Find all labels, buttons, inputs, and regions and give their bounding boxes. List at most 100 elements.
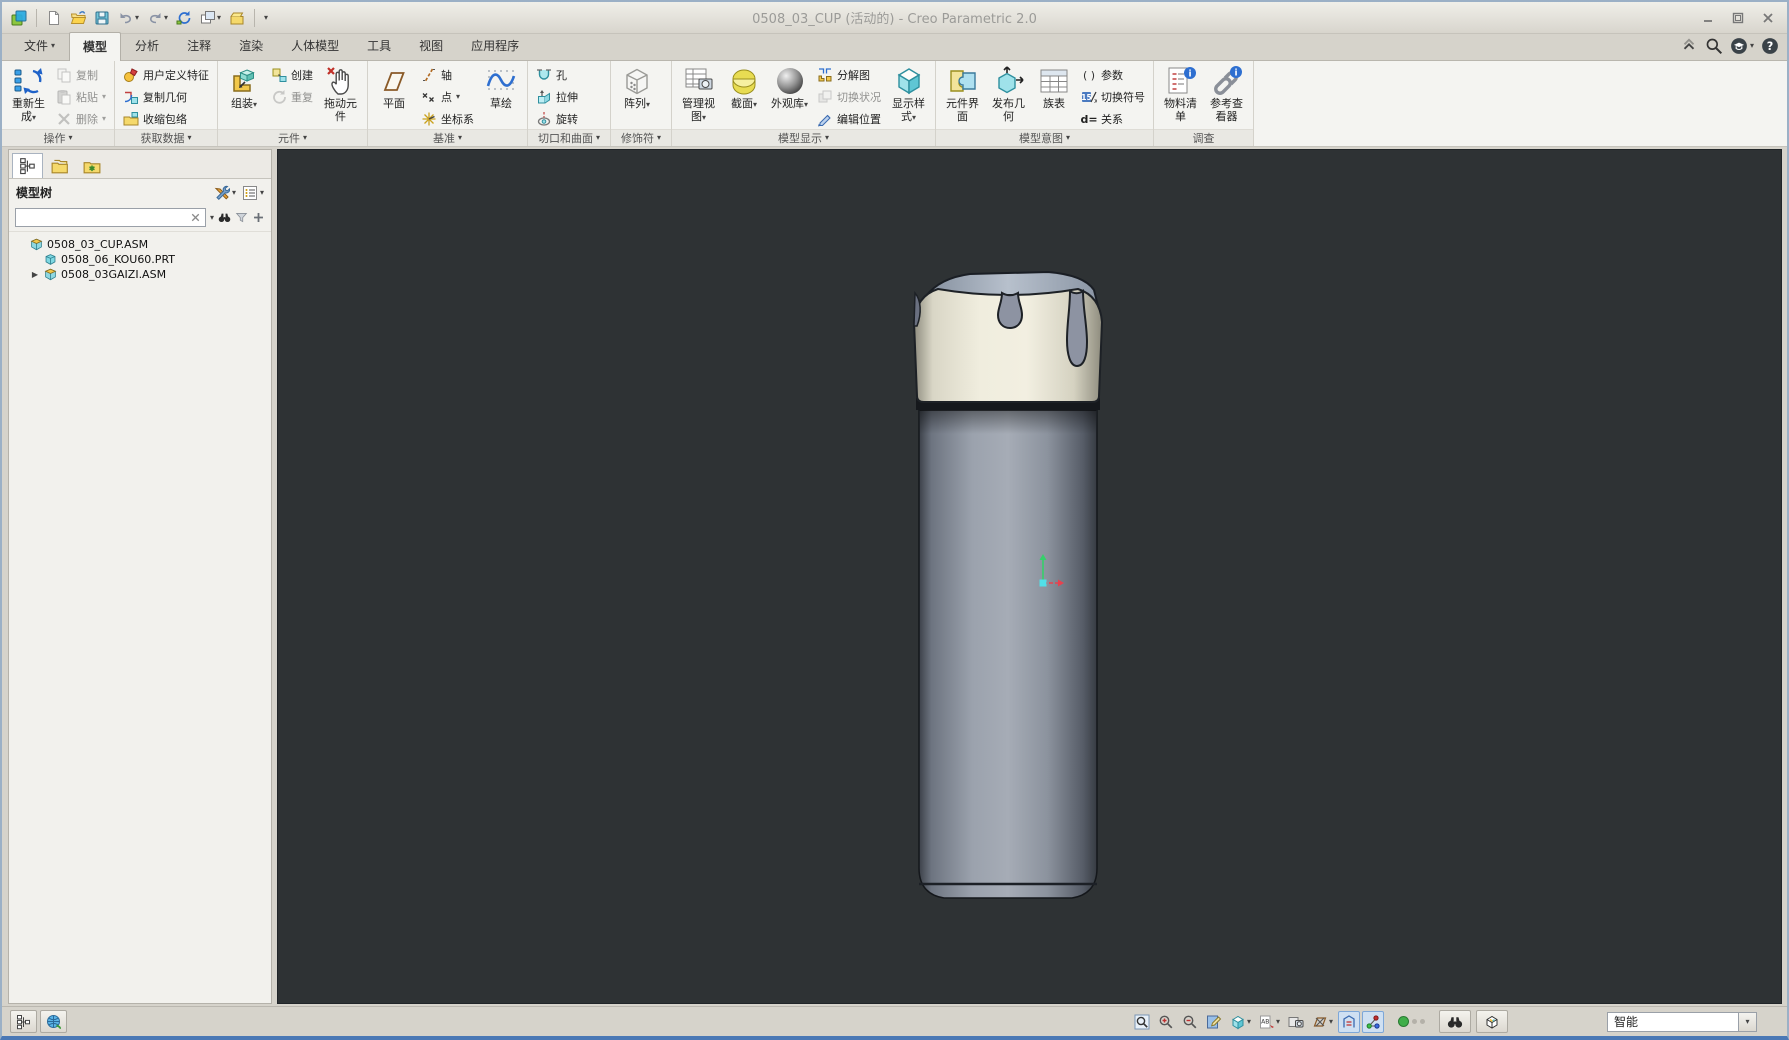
regenerate-quick-button[interactable] bbox=[173, 8, 195, 28]
regenerate-button[interactable]: 重新生成▾ bbox=[7, 64, 50, 124]
family-table-button[interactable]: 族表 bbox=[1033, 64, 1075, 112]
toggle-symbols-button[interactable]: 15 x 切换符号 bbox=[1078, 86, 1148, 107]
minimize-button[interactable] bbox=[1694, 9, 1721, 26]
search-model-button[interactable] bbox=[1439, 1010, 1471, 1033]
customize-toolbar-button[interactable]: ▾ bbox=[261, 12, 271, 24]
relations-button[interactable]: d= 关系 bbox=[1078, 108, 1148, 129]
toggle-browser-button[interactable] bbox=[40, 1010, 67, 1033]
selection-filter-dropdown[interactable]: 智能 ▾ bbox=[1607, 1011, 1757, 1032]
appearance-gallery-button[interactable]: 外观库▾ bbox=[768, 64, 811, 112]
publish-geometry-button[interactable]: 发布几何 bbox=[987, 64, 1030, 124]
find-in-tree-button[interactable] bbox=[218, 211, 231, 224]
tab-0[interactable]: 文件 ▾ bbox=[10, 31, 69, 60]
command-search-button[interactable] bbox=[1705, 37, 1723, 55]
point-button[interactable]: 点 ▾ bbox=[418, 86, 477, 107]
zoom-in-button[interactable] bbox=[1155, 1011, 1177, 1033]
assemble-button[interactable]: 组装▾ bbox=[223, 64, 265, 112]
help-button[interactable]: ? bbox=[1761, 37, 1779, 55]
redo-button[interactable]: ▾ bbox=[144, 8, 171, 28]
bom-button[interactable]: i 物料清单 bbox=[1159, 64, 1202, 124]
tab-2[interactable]: 分析 bbox=[121, 31, 173, 60]
tree-search-input[interactable] bbox=[19, 211, 187, 224]
undo-button[interactable]: ▾ bbox=[115, 8, 142, 28]
display-style-button[interactable]: 显示样式▾ bbox=[887, 64, 930, 124]
ribbon-group-label[interactable]: 模型意图 ▾ bbox=[936, 129, 1154, 146]
window-switcher-button[interactable]: ▾ bbox=[197, 8, 224, 28]
ribbon-group-label[interactable]: 修饰符 ▾ bbox=[611, 129, 672, 146]
revolve-button[interactable]: 旋转 bbox=[533, 108, 581, 129]
toggle-model-tree-button[interactable] bbox=[10, 1010, 37, 1033]
ribbon-group-label[interactable]: 调查 bbox=[1154, 129, 1254, 146]
tree-node[interactable]: ▶ 0508_03GAIZI.ASM bbox=[12, 267, 268, 282]
zoom-out-button[interactable] bbox=[1179, 1011, 1201, 1033]
tab-3[interactable]: 注释 bbox=[173, 31, 225, 60]
annotation-display-button[interactable]: AB ▾ bbox=[1256, 1011, 1283, 1033]
tab-7[interactable]: 视图 bbox=[405, 31, 457, 60]
annotations-toggle-button[interactable] bbox=[1338, 1010, 1360, 1033]
cup-model[interactable] bbox=[908, 268, 1108, 908]
edit-position-button[interactable]: 编辑位置 bbox=[814, 108, 884, 129]
favorites-tab[interactable] bbox=[76, 153, 107, 178]
selection-filter-value[interactable]: 智能 bbox=[1607, 1011, 1739, 1032]
sketch-button[interactable]: 草绘 bbox=[480, 64, 522, 112]
learning-connector-button[interactable]: ▾ bbox=[1730, 37, 1754, 55]
ribbon-group-label[interactable]: 基准 ▾ bbox=[368, 129, 528, 146]
add-column-button[interactable] bbox=[252, 211, 265, 224]
3d-viewport[interactable] bbox=[277, 149, 1782, 1004]
section-button[interactable]: 截面▾ bbox=[723, 64, 765, 112]
coordinate-system-button[interactable]: 坐标系 bbox=[418, 108, 477, 129]
shrinkwrap-button[interactable]: 收缩包络 bbox=[120, 108, 212, 129]
udf-button[interactable]: 用户定义特征 bbox=[120, 64, 212, 85]
reference-viewer-button[interactable]: i 参考查看器 bbox=[1205, 64, 1248, 124]
clear-search-button[interactable] bbox=[189, 211, 202, 224]
tab-model-active[interactable]: 模型 bbox=[69, 32, 122, 61]
plane-button[interactable]: 平面 bbox=[373, 64, 415, 112]
copy-geometry-button[interactable]: 复制几何 bbox=[120, 86, 212, 107]
datum-display-button[interactable]: ▾ bbox=[1309, 1011, 1336, 1033]
drag-components-button[interactable]: 拖动元件 bbox=[319, 64, 362, 124]
expand-arrow-icon[interactable]: ▶ bbox=[30, 270, 40, 279]
tab-4[interactable]: 渲染 bbox=[225, 31, 277, 60]
tree-search-field[interactable] bbox=[15, 208, 206, 227]
close-window-button[interactable] bbox=[226, 8, 248, 28]
ribbon-group-label[interactable]: 操作 ▾ bbox=[2, 129, 115, 146]
component-interface-button[interactable]: 元件界面 bbox=[941, 64, 984, 124]
tree-node[interactable]: 0508_03_CUP.ASM bbox=[12, 237, 268, 252]
collapse-ribbon-button[interactable] bbox=[1680, 37, 1698, 55]
accessory-window-button[interactable] bbox=[1476, 1010, 1508, 1033]
model-tree-tab[interactable] bbox=[12, 153, 43, 178]
tree-node[interactable]: 0508_06_KOU60.PRT bbox=[12, 252, 268, 267]
parameters-button[interactable]: ( ) 参数 bbox=[1078, 64, 1148, 85]
app-menu-button[interactable] bbox=[8, 8, 30, 28]
new-file-button[interactable] bbox=[43, 8, 65, 28]
close-button[interactable] bbox=[1754, 9, 1781, 26]
ribbon-group-label[interactable]: 模型显示 ▾ bbox=[672, 129, 936, 146]
save-button[interactable] bbox=[91, 8, 113, 28]
spin-center-toggle-button[interactable] bbox=[1362, 1010, 1384, 1033]
tab-8[interactable]: 应用程序 bbox=[457, 31, 533, 60]
tree-columns-button[interactable]: ▾ bbox=[242, 185, 264, 201]
exploded-view-button[interactable]: 分解图 bbox=[814, 64, 884, 85]
pattern-button[interactable]: 阵列▾ bbox=[616, 64, 658, 112]
display-style-status-button[interactable]: ▾ bbox=[1227, 1011, 1254, 1033]
axis-button[interactable]: 轴 bbox=[418, 64, 477, 85]
tree-filter-button[interactable] bbox=[235, 211, 248, 224]
tree-settings-button[interactable]: ▾ bbox=[214, 185, 236, 201]
ribbon-group-label[interactable]: 元件 ▾ bbox=[218, 129, 368, 146]
ribbon-group-label[interactable]: 获取数据 ▾ bbox=[115, 129, 218, 146]
tab-5[interactable]: 人体模型 bbox=[277, 31, 353, 60]
tab-6[interactable]: 工具 bbox=[353, 31, 405, 60]
create-component-button[interactable]: 创建 bbox=[268, 64, 316, 85]
selection-filter-arrow[interactable]: ▾ bbox=[1739, 1011, 1757, 1032]
open-file-button[interactable] bbox=[67, 8, 89, 28]
maximize-button[interactable] bbox=[1724, 9, 1751, 26]
ribbon-group-label[interactable]: 切口和曲面 ▾ bbox=[528, 129, 611, 146]
repaint-button[interactable] bbox=[1203, 1011, 1225, 1033]
hole-button[interactable]: 孔 bbox=[533, 64, 581, 85]
saved-orientations-button[interactable] bbox=[1285, 1011, 1307, 1033]
search-options-button[interactable]: ▾ bbox=[210, 213, 214, 222]
extrude-button[interactable]: 拉伸 bbox=[533, 86, 581, 107]
zoom-refit-button[interactable] bbox=[1131, 1011, 1153, 1033]
manage-views-button[interactable]: 管理视图▾ bbox=[677, 64, 720, 124]
folder-browser-tab[interactable] bbox=[44, 153, 75, 178]
